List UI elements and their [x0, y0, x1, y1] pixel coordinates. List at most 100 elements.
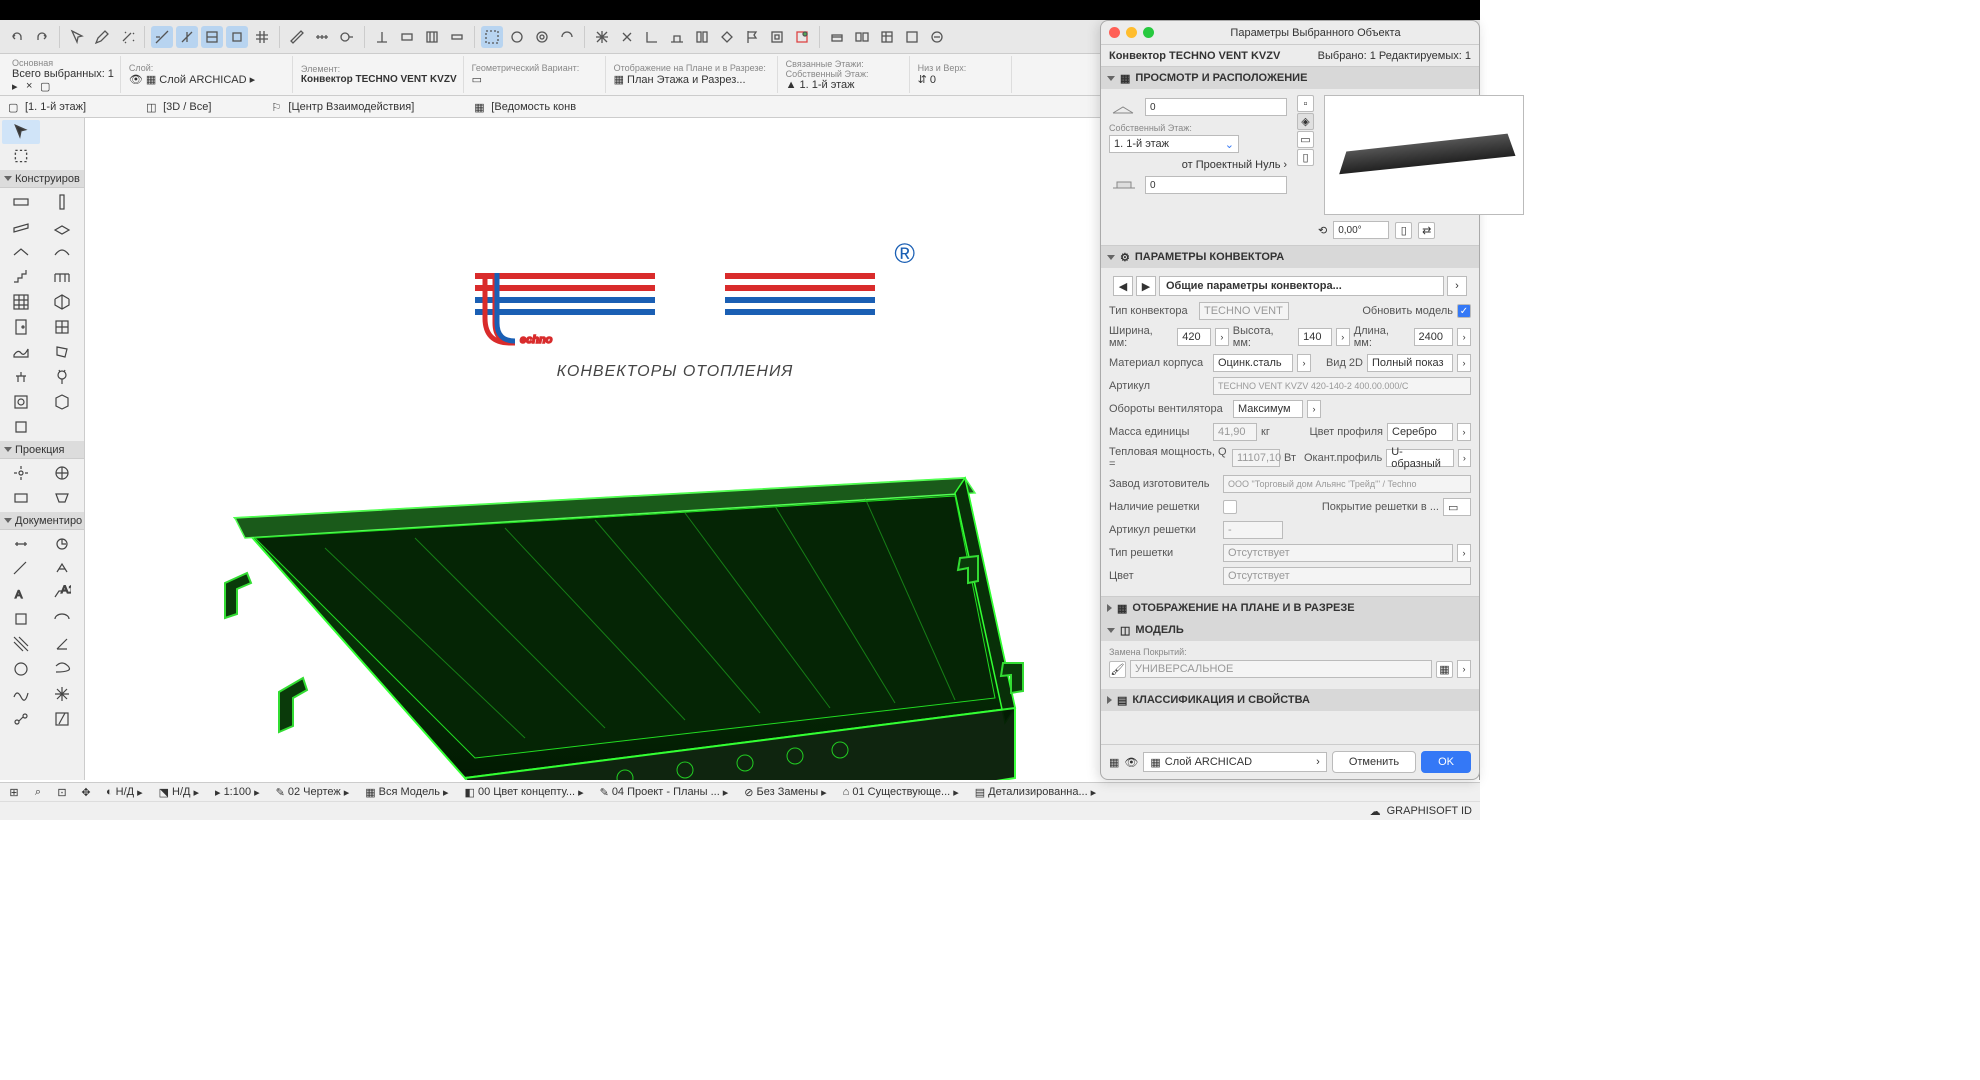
- flip-icon[interactable]: ⇄: [1418, 222, 1435, 239]
- minimize-icon[interactable]: [1126, 27, 1137, 38]
- ico8[interactable]: [791, 26, 813, 48]
- material-value[interactable]: Оцинк.сталь: [1213, 354, 1293, 372]
- status-s6[interactable]: ⌂01 Существующе...▸: [839, 786, 963, 799]
- doc6[interactable]: [43, 607, 81, 631]
- tool-f-icon[interactable]: [531, 26, 553, 48]
- cancel-button[interactable]: Отменить: [1332, 751, 1416, 773]
- snap4-icon[interactable]: [226, 26, 248, 48]
- sb-ico3[interactable]: ⊡: [54, 784, 70, 800]
- tool-e-icon[interactable]: [506, 26, 528, 48]
- height-value[interactable]: 140: [1298, 328, 1332, 346]
- mirror-icon[interactable]: ▯: [1395, 222, 1412, 239]
- tool-b-icon[interactable]: [396, 26, 418, 48]
- width-chev[interactable]: ›: [1215, 328, 1229, 346]
- zoom-icon[interactable]: [1143, 27, 1154, 38]
- section-value[interactable]: План Этажа и Разрез...: [627, 74, 745, 86]
- label-tool[interactable]: A1: [43, 582, 81, 606]
- pencil-icon[interactable]: [91, 26, 113, 48]
- eye-footer-icon[interactable]: 👁: [1124, 756, 1138, 769]
- snap2-icon[interactable]: [176, 26, 198, 48]
- nav-next[interactable]: ▶: [1136, 276, 1156, 296]
- marquee-tool[interactable]: [2, 144, 40, 168]
- section-params[interactable]: ⚙ПАРАМЕТРЫ КОНВЕКТОРА: [1101, 246, 1479, 268]
- tool-d-icon[interactable]: [446, 26, 468, 48]
- doc9[interactable]: [2, 657, 40, 681]
- floor-select[interactable]: 1. 1-й этаж⌄: [1109, 135, 1239, 153]
- text-tool[interactable]: A: [2, 582, 40, 606]
- view-front-icon[interactable]: ▭: [1297, 131, 1314, 148]
- rotate-icon[interactable]: ⟲: [1318, 224, 1327, 237]
- edge-value[interactable]: U-образный: [1386, 449, 1454, 467]
- slab-tool[interactable]: [43, 215, 81, 239]
- status-s3[interactable]: ◧00 Цвет концепту...▸: [461, 786, 588, 799]
- ico9[interactable]: [826, 26, 848, 48]
- doc2[interactable]: [43, 532, 81, 556]
- nav-prev[interactable]: ◀: [1113, 276, 1133, 296]
- status-nd1[interactable]: ◐Н/Д▸: [102, 786, 147, 799]
- ico1[interactable]: [591, 26, 613, 48]
- cloud-icon[interactable]: ☁: [1370, 805, 1381, 818]
- mesh-tool[interactable]: [43, 290, 81, 314]
- ok-button[interactable]: OK: [1421, 751, 1471, 773]
- status-s1[interactable]: ✎02 Чертеж▸: [272, 786, 354, 799]
- elev-value[interactable]: 0: [930, 74, 936, 86]
- ruler-icon[interactable]: [286, 26, 308, 48]
- beam-tool[interactable]: [2, 215, 40, 239]
- override-value[interactable]: УНИВЕРСАЛЬНОЕ: [1130, 660, 1432, 678]
- stairs-tool[interactable]: [2, 265, 40, 289]
- railing-tool[interactable]: [43, 265, 81, 289]
- sb-ico1[interactable]: ⊞: [6, 784, 22, 800]
- view-iso-icon[interactable]: ◈: [1297, 113, 1314, 130]
- layer-footer-select[interactable]: ▦Слой ARCHICAD›: [1143, 752, 1326, 772]
- projection-header[interactable]: Проекция: [0, 441, 84, 459]
- ico11[interactable]: [876, 26, 898, 48]
- morph2-tool[interactable]: [2, 415, 40, 439]
- wall-tool[interactable]: [2, 190, 40, 214]
- curtain-tool[interactable]: [2, 290, 40, 314]
- snap3-icon[interactable]: [201, 26, 223, 48]
- zone-tool[interactable]: [2, 390, 40, 414]
- select-all-icon[interactable]: [481, 26, 503, 48]
- status-s5[interactable]: ⊘Без Замены▸: [740, 786, 830, 799]
- tab-floor[interactable]: ▢[1. 1-й этаж]: [8, 101, 86, 113]
- ico5[interactable]: [691, 26, 713, 48]
- section-model[interactable]: ◫МОДЕЛЬ: [1101, 619, 1479, 641]
- linked-value[interactable]: 1. 1-й этаж: [800, 79, 855, 91]
- tab-interaction[interactable]: ⚐[Центр Взаимодействия]: [271, 101, 414, 113]
- length-chev[interactable]: ›: [1457, 328, 1471, 346]
- redo-icon[interactable]: [31, 26, 53, 48]
- geom-icon[interactable]: ▭: [472, 73, 482, 86]
- grid-icon[interactable]: [251, 26, 273, 48]
- proj2[interactable]: [43, 461, 81, 485]
- doc3[interactable]: [2, 557, 40, 581]
- graphisoft-id[interactable]: GRAPHISOFT ID: [1387, 805, 1472, 817]
- ico3[interactable]: [641, 26, 663, 48]
- tool-a-icon[interactable]: [371, 26, 393, 48]
- doc10[interactable]: [43, 657, 81, 681]
- status-s2[interactable]: ▦Вся Модель▸: [361, 786, 452, 799]
- fan-value[interactable]: Максимум: [1233, 400, 1303, 418]
- ref-chevron[interactable]: ›: [1283, 159, 1287, 171]
- z2-input[interactable]: [1145, 176, 1287, 194]
- pointer-icon[interactable]: [66, 26, 88, 48]
- ico6[interactable]: [716, 26, 738, 48]
- close-icon[interactable]: [1109, 27, 1120, 38]
- ico2[interactable]: [616, 26, 638, 48]
- morph-tool[interactable]: [43, 340, 81, 364]
- layer-value[interactable]: Слой ARCHICAD: [159, 74, 246, 86]
- doc5[interactable]: [2, 607, 40, 631]
- tab-schedule[interactable]: ▦[Ведомость конв: [474, 101, 576, 113]
- z-input[interactable]: [1145, 98, 1287, 116]
- update-checkbox[interactable]: ✓: [1457, 304, 1471, 318]
- ico12[interactable]: [901, 26, 923, 48]
- status-s4[interactable]: ✎04 Проект - Планы ...▸: [596, 786, 733, 799]
- doc11[interactable]: [2, 682, 40, 706]
- tool-c-icon[interactable]: [421, 26, 443, 48]
- tab-3d[interactable]: ◫[3D / Все]: [146, 101, 211, 113]
- coating-swatch[interactable]: ▭: [1443, 498, 1471, 516]
- doc14[interactable]: [43, 707, 81, 731]
- proj1[interactable]: [2, 461, 40, 485]
- grill-checkbox[interactable]: [1223, 500, 1237, 514]
- view2d-value[interactable]: Полный показ: [1367, 354, 1453, 372]
- status-scale[interactable]: ▸1:100▸: [211, 786, 264, 799]
